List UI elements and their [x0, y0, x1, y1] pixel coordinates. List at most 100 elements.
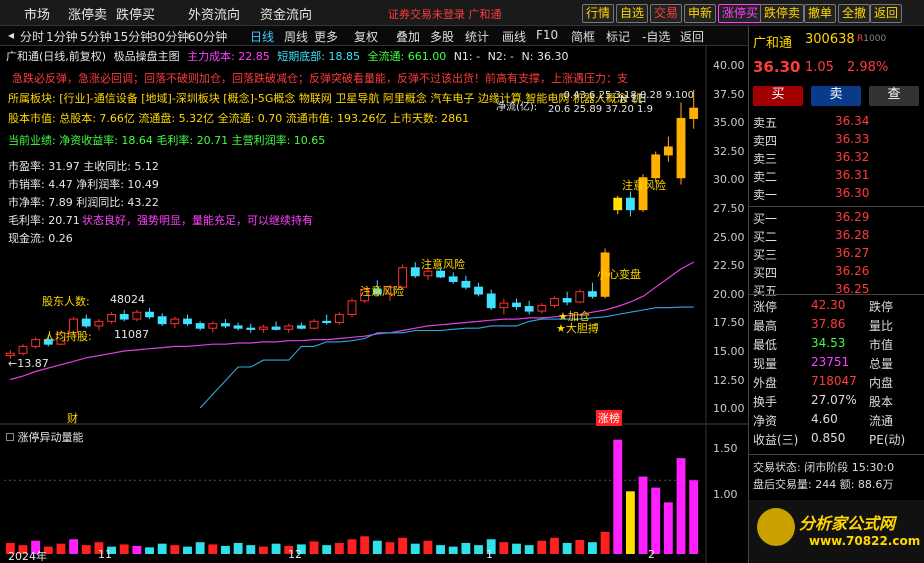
stat-row: 换手 27.07% 股本 [753, 393, 921, 410]
n-value: N: 36.30 [521, 50, 569, 63]
top-button-4[interactable]: 涨停买 [718, 4, 763, 23]
bid-row[interactable]: 买四 36.26 [753, 264, 921, 281]
volume-bar [233, 542, 243, 554]
period-item-13[interactable]: 画线 [502, 28, 526, 45]
login-status: 证券交易未登录 广和通 [388, 8, 502, 21]
stat-value: 23751 [811, 355, 850, 369]
quote-stock-code: 300638 [805, 32, 855, 47]
x-label-feb: 2 [648, 548, 655, 561]
top-button-5[interactable]: 跌停卖 [760, 4, 805, 23]
volume-bar [474, 545, 483, 554]
ask-row[interactable]: 卖一 36.30 [753, 186, 921, 203]
n2-value: N2: - [487, 50, 515, 63]
menu-fund-flow[interactable]: 资金流向 [260, 4, 312, 23]
warning-tip-line: 急跌必反弹，急涨必回调；回落不破则加仓，回落跌破减仓；反弹突破看量能，反弹不过该… [12, 72, 628, 85]
period-item-17[interactable]: -自选 [642, 28, 670, 45]
volume-bar [347, 539, 357, 554]
period-item-9[interactable]: 复权 [354, 28, 378, 45]
volume-bar [157, 543, 167, 554]
top-button-0[interactable]: 行情 [582, 4, 615, 23]
period-item-12[interactable]: 统计 [465, 28, 489, 45]
period-item-6[interactable]: 日线 [250, 28, 274, 45]
ask-row[interactable]: 卖四 36.33 [753, 132, 921, 149]
period-item-11[interactable]: 多股 [430, 28, 454, 45]
quote-price: 36.30 [753, 58, 801, 76]
fund-row-3: 市净率: 7.89 利润同比: 43.22 [8, 196, 159, 209]
volume-bar [562, 542, 572, 554]
top-button-3[interactable]: 申新 [684, 4, 717, 23]
period-item-4[interactable]: 30分钟 [150, 28, 189, 45]
volume-bar [499, 542, 509, 554]
candle-body [81, 318, 91, 327]
price-tick-label: 30.00 [713, 173, 745, 187]
bid-row[interactable]: 买三 36.27 [753, 246, 921, 263]
period-item-5[interactable]: 60分钟 [188, 28, 227, 45]
price-tick-label: 27.50 [713, 202, 745, 215]
volume-bar [663, 502, 673, 554]
bid-row[interactable]: 买二 36.28 [753, 228, 921, 245]
volume-bar [334, 542, 344, 554]
volume-bar [246, 545, 256, 554]
volume-indicator-name[interactable]: 涨停异动量能 [18, 431, 84, 444]
menu-foreign-flow[interactable]: 外资流向 [188, 4, 240, 23]
period-item-0[interactable]: 分时 [20, 28, 44, 45]
book-level-label: 卖五 [753, 116, 778, 130]
volume-bar [385, 542, 395, 554]
period-scroll-left-icon[interactable]: ◂ [8, 28, 14, 42]
period-item-2[interactable]: 5分钟 [80, 28, 112, 45]
change-warning-label: 小心变盘 [597, 268, 641, 281]
top-button-1[interactable]: 自选 [616, 4, 649, 23]
period-item-8[interactable]: 更多 [314, 28, 338, 45]
candle-body [461, 280, 471, 288]
period-item-10[interactable]: 叠加 [396, 28, 420, 45]
ask-row[interactable]: 卖二 36.31 [753, 168, 921, 185]
bid-row[interactable]: 买一 36.29 [753, 210, 921, 227]
book-level-price: 36.33 [835, 132, 870, 146]
ask-row[interactable]: 卖三 36.32 [753, 150, 921, 167]
n1-value: N1: - [453, 50, 481, 63]
volume-bar [600, 531, 610, 554]
main-indicator-name[interactable]: 极品操盘主图 [114, 50, 180, 63]
period-item-14[interactable]: F10 [536, 28, 558, 42]
buy-button[interactable]: 买 [753, 86, 803, 106]
stat-label-2: 市值 [869, 338, 894, 352]
price-tick-label: 32.50 [713, 144, 745, 158]
period-item-1[interactable]: 1分钟 [46, 28, 78, 45]
stat-value: 27.07% [811, 393, 857, 407]
top-button-8[interactable]: 返回 [870, 4, 903, 23]
stat-row: 外盘 718047 内盘 [753, 374, 921, 391]
price-tick-label: 40.00 [713, 59, 745, 72]
top-button-6[interactable]: 撤单 [804, 4, 837, 23]
candle-body [347, 300, 357, 316]
candle-body [195, 323, 205, 329]
volume-bar [208, 544, 218, 554]
top-button-2[interactable]: 交易 [650, 4, 683, 23]
book-level-label: 卖四 [753, 134, 778, 148]
stat-label-2: 股本 [869, 395, 894, 409]
query-button[interactable]: 查 [869, 86, 919, 106]
low-mark-value: 13.87 [17, 357, 49, 370]
finance-marker[interactable]: 财 [67, 410, 78, 426]
menu-limit-up-sell[interactable]: 涨停卖 [68, 4, 107, 23]
bid-row[interactable]: 买五 36.25 [753, 282, 921, 299]
menu-limit-down-buy[interactable]: 跌停买 [116, 4, 155, 23]
period-item-3[interactable]: 15分钟 [113, 28, 152, 45]
menu-market[interactable]: 市场 [24, 4, 50, 23]
period-item-7[interactable]: 周线 [284, 28, 308, 45]
sell-button[interactable]: 卖 [811, 86, 861, 106]
period-item-16[interactable]: 标记 [606, 28, 630, 45]
period-item-15[interactable]: 简框 [571, 28, 595, 45]
period-item-18[interactable]: 返回 [680, 28, 704, 45]
candle-body [588, 291, 597, 297]
candle-body [474, 286, 483, 295]
limit-up-marker[interactable]: 涨榜 [596, 410, 622, 426]
top-button-7[interactable]: 全撤 [838, 4, 871, 23]
status-comment: 状态良好，强势明显，量能充足，可以继续持有 [82, 214, 313, 227]
period-toolbar: ◂ 分时 1分钟 5分钟 15分钟 30分钟 60分钟 日线 周线 更多 复权 叠加 多股 统计 画线 F10… [0, 26, 748, 46]
stock-name-label: 广和通(日线,前复权) [6, 50, 107, 63]
ask-row[interactable]: 卖五 36.34 [753, 114, 921, 131]
panel-toggle-icon[interactable] [6, 433, 14, 441]
stat-label-2: 流通 [869, 414, 894, 428]
volume-tick-label: 1.00 [713, 488, 738, 501]
stat-label: 净资 [753, 414, 778, 428]
